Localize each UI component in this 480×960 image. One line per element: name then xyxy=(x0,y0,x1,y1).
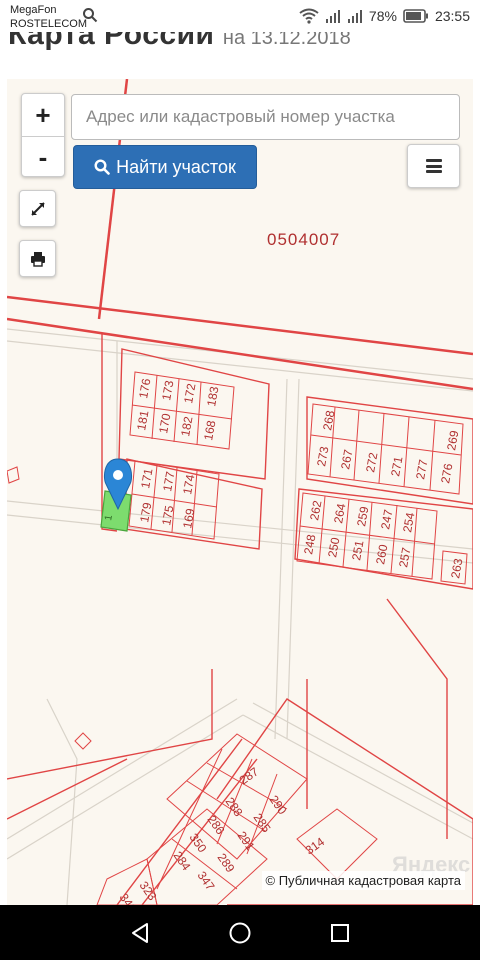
search-input[interactable] xyxy=(71,94,460,140)
search-icon xyxy=(94,159,110,175)
parcel-label[interactable]: 276 xyxy=(438,462,455,484)
recents-icon xyxy=(331,923,349,942)
parcel-label[interactable]: 268 xyxy=(320,409,337,431)
find-parcel-label: Найти участок xyxy=(116,156,236,177)
search-icon xyxy=(83,8,98,23)
back-button[interactable] xyxy=(125,918,155,948)
parcel-label[interactable]: 175 xyxy=(159,504,176,526)
fullscreen-button[interactable] xyxy=(19,190,56,227)
cadastral-map[interactable]: 176 173 172 183 181 170 182 168 171 177 … xyxy=(7,79,473,905)
signal-icon xyxy=(325,10,340,23)
map-attribution[interactable]: © Публичная кадастровая карта xyxy=(261,871,465,890)
menu-icon xyxy=(425,159,442,173)
zoom-in-button[interactable]: + xyxy=(22,94,64,136)
parcel-label[interactable]: 347 xyxy=(195,869,218,894)
parcel-label[interactable]: 257 xyxy=(396,546,413,568)
zoom-out-button[interactable]: - xyxy=(22,136,64,178)
parcel-label[interactable]: 169 xyxy=(180,507,197,529)
parcel-label[interactable]: 260 xyxy=(373,543,390,565)
battery-icon xyxy=(403,9,428,23)
parcel-label[interactable]: 289 xyxy=(215,851,238,876)
screen: MegaFon ROSTELECOM 78% 23:55 Карта Росси… xyxy=(0,0,480,960)
parcel-label[interactable]: 259 xyxy=(354,505,371,527)
parcel-label[interactable]: 263 xyxy=(448,557,465,579)
parcel-label[interactable]: 342 xyxy=(117,891,140,905)
clock: 23:55 xyxy=(434,8,470,24)
expand-icon xyxy=(30,201,45,216)
printer-icon xyxy=(30,251,45,267)
parcel-label[interactable]: 173 xyxy=(159,379,176,401)
back-icon xyxy=(132,922,148,943)
parcel-label[interactable]: 181 xyxy=(134,409,151,431)
parcel-label[interactable]: 285 xyxy=(251,811,274,836)
parcel-label[interactable]: 172 xyxy=(181,382,198,404)
recents-button[interactable] xyxy=(325,918,355,948)
parcel-label[interactable]: 267 xyxy=(338,448,355,470)
parcel-label[interactable]: 182 xyxy=(178,415,195,437)
parcel-label[interactable]: 250 xyxy=(325,536,342,558)
parcel-label[interactable]: 271 xyxy=(388,455,405,477)
parcel-label[interactable]: 176 xyxy=(136,377,153,399)
parcel-label[interactable]: 272 xyxy=(363,451,380,473)
menu-button[interactable] xyxy=(407,144,460,188)
carrier-name: MegaFon xyxy=(10,4,57,16)
home-icon xyxy=(229,922,251,943)
map-parcels-layer[interactable]: 176 173 172 183 181 170 182 168 171 177 … xyxy=(7,79,473,905)
parcel-label[interactable]: 273 xyxy=(314,445,331,467)
parcel-label[interactable]: 287 xyxy=(237,764,262,787)
parcel-label[interactable]: 248 xyxy=(301,533,318,555)
parcel-label[interactable]: 269 xyxy=(444,429,461,451)
print-button[interactable] xyxy=(19,240,56,277)
parcel-label[interactable]: 291 xyxy=(235,829,258,854)
parcel-label[interactable]: 262 xyxy=(307,499,324,521)
zoom-control: + - xyxy=(21,93,65,177)
parcel-label[interactable]: 264 xyxy=(331,502,348,524)
carrier-name-2: ROSTELECOM xyxy=(10,18,88,30)
parcel-label[interactable]: 247 xyxy=(378,508,395,530)
parcel-label[interactable]: 350 xyxy=(187,831,210,856)
parcel-label[interactable]: 168 xyxy=(201,419,218,441)
find-parcel-button[interactable]: Найти участок xyxy=(73,145,257,189)
parcel-label[interactable]: 277 xyxy=(413,458,430,480)
parcel-label[interactable]: 183 xyxy=(204,385,221,407)
parcel-label[interactable]: 171 xyxy=(138,467,155,489)
quarter-number: 0504007 xyxy=(267,230,341,249)
parcel-label[interactable]: 290 xyxy=(267,793,290,818)
status-bar: MegaFon ROSTELECOM 78% 23:55 xyxy=(0,0,480,32)
battery-percent: 78% xyxy=(368,8,397,24)
wifi-icon xyxy=(299,8,319,24)
parcel-label[interactable]: 251 xyxy=(349,539,366,561)
signal-icon-2 xyxy=(347,10,362,23)
home-button[interactable] xyxy=(225,918,255,948)
carrier-info: MegaFon ROSTELECOM xyxy=(10,3,87,31)
parcel-label[interactable]: 170 xyxy=(156,412,173,434)
navigation-bar xyxy=(0,905,480,960)
status-icons: 78% 23:55 xyxy=(299,7,470,25)
parcel-label[interactable]: 314 xyxy=(303,834,328,857)
